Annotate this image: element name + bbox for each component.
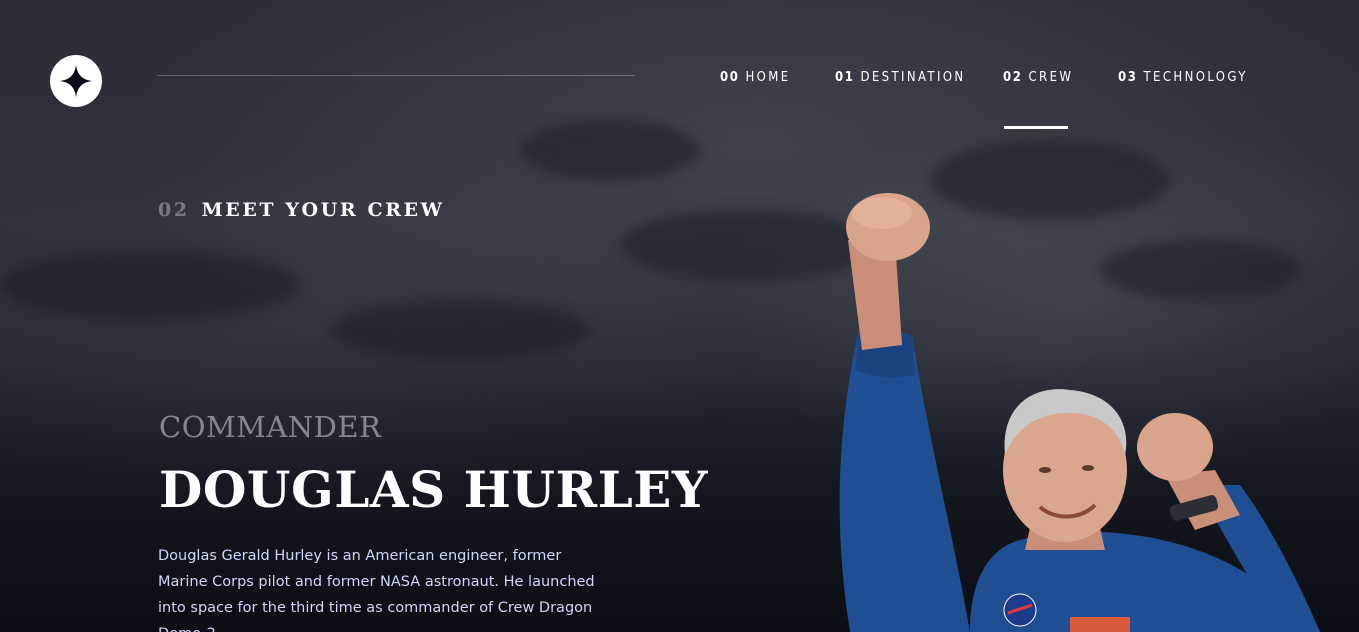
section-title: MEET YOUR CREW [201, 199, 445, 221]
nav-item-label: TECHNOLOGY [1143, 70, 1248, 85]
nav-item-crew[interactable]: 02 CREW [1003, 70, 1073, 85]
background-cloud [330, 300, 590, 360]
section-number: 02 [158, 199, 190, 221]
home-logo-link[interactable] [50, 55, 102, 107]
nav-item-technology[interactable]: 03 TECHNOLOGY [1118, 70, 1248, 85]
background-cloud [0, 250, 300, 320]
nav-item-label: HOME [745, 70, 791, 85]
crew-name: DOUGLAS HURLEY [159, 460, 709, 519]
crew-role: COMMANDER [159, 410, 382, 444]
nav-item-number: 00 [720, 70, 740, 85]
crew-bio: Douglas Gerald Hurley is an American eng… [158, 548, 595, 632]
nav-item-label: DESTINATION [860, 70, 966, 85]
section-heading: 02 MEET YOUR CREW [158, 199, 445, 221]
nav-item-destination[interactable]: 01 DESTINATION [835, 70, 966, 85]
nav-item-label: CREW [1028, 70, 1074, 85]
star-logo-icon [60, 65, 92, 97]
crew-member-photo [839, 193, 1320, 632]
nav-item-number: 01 [835, 70, 855, 85]
header-divider-line [158, 75, 635, 76]
nav-item-number: 02 [1003, 70, 1023, 85]
nav-item-number: 03 [1118, 70, 1138, 85]
nav-item-home[interactable]: 00 HOME [720, 70, 791, 85]
background-cloud [520, 120, 700, 180]
nav-active-indicator [1004, 126, 1068, 129]
